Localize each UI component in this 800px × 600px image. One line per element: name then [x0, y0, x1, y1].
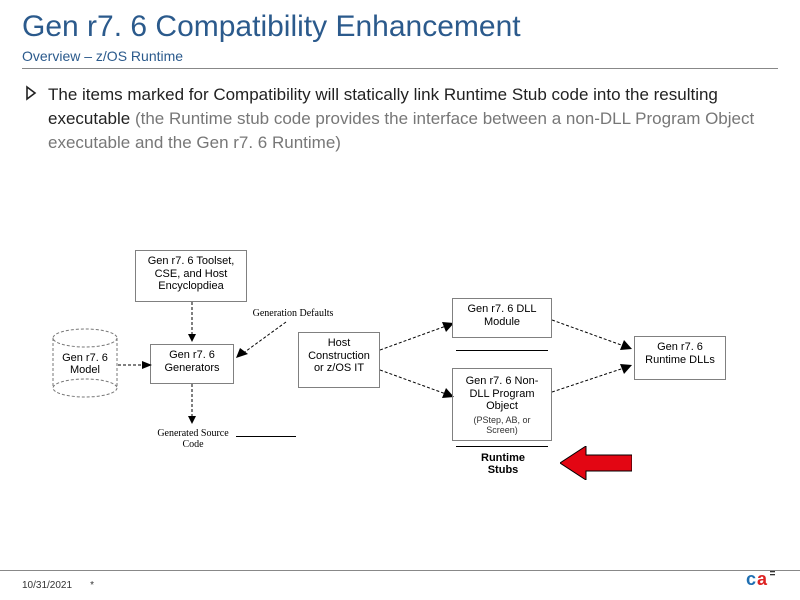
slide-subtitle: Overview – z/OS Runtime	[22, 48, 778, 69]
arrow-right-icon	[118, 360, 152, 370]
label-runtime-stubs: Runtime Stubs	[468, 452, 538, 476]
label-model: Gen r7. 6 Model	[56, 352, 114, 376]
box-program-object: Gen r7. 6 Non-DLL Program Object (PStep,…	[452, 368, 552, 441]
slide: Gen r7. 6 Compatibility Enhancement Over…	[0, 0, 800, 600]
ca-logo-icon: c a	[746, 569, 776, 594]
box-dll: Gen r7. 6 DLL Module	[452, 298, 552, 338]
divider-icon	[456, 446, 548, 447]
box-generators: Gen r7. 6 Generators	[150, 344, 234, 384]
footer-mark: *	[90, 580, 94, 591]
svg-text:a: a	[757, 569, 768, 589]
arrow-right-icon	[552, 360, 636, 400]
slide-title: Gen r7. 6 Compatibility Enhancement	[22, 10, 778, 44]
label-gen-src: Generated Source Code	[154, 428, 232, 450]
box-runtime-dlls: Gen r7. 6 Runtime DLLs	[634, 336, 726, 380]
diagram: Gen r7. 6 Toolset, CSE, and Host Encyclo…	[50, 250, 750, 540]
divider-icon	[456, 350, 548, 351]
footer-date: 10/31/2021	[22, 580, 72, 591]
chevron-right-icon	[24, 85, 40, 106]
arrow-down-icon	[188, 384, 196, 424]
box-toolset: Gen r7. 6 Toolset, CSE, and Host Encyclo…	[135, 250, 247, 302]
line-icon	[236, 436, 296, 437]
arrow-up-right-icon	[380, 320, 456, 354]
bullet-text: The items marked for Compatibility will …	[48, 83, 778, 154]
bullet-item: The items marked for Compatibility will …	[24, 83, 778, 154]
arrow-down-icon	[188, 302, 196, 342]
footer: 10/31/2021 *	[0, 570, 800, 600]
arrow-down-right-icon	[380, 366, 456, 400]
red-arrow-left-icon	[560, 446, 632, 480]
arrow-right-icon	[552, 314, 636, 354]
box-pobj-sub: (PStep, AB, or Screen)	[459, 415, 545, 436]
arrow-diag-icon	[234, 318, 294, 358]
bullet-gray: (the Runtime stub code provides the inte…	[48, 109, 754, 152]
svg-text:c: c	[746, 569, 756, 589]
box-host: Host Construction or z/OS IT	[298, 332, 380, 388]
box-pobj-title: Gen r7. 6 Non-DLL Program Object	[459, 375, 545, 413]
